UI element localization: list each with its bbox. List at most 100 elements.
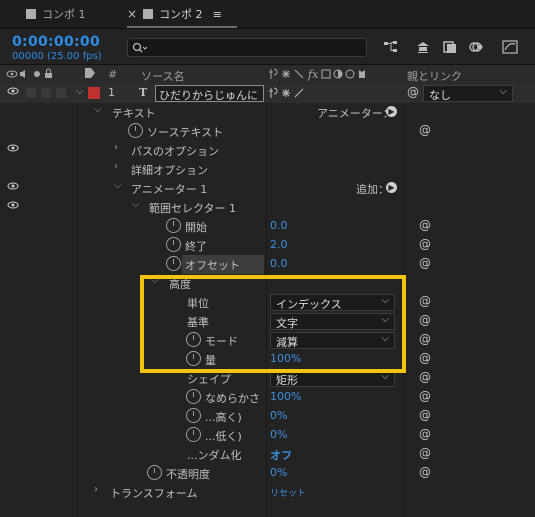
expression-spiral-icon[interactable]: @ bbox=[419, 332, 431, 346]
smoothness-label: なめらかさ bbox=[205, 392, 260, 405]
opacity-value[interactable]: 0% bbox=[270, 466, 287, 479]
expression-spiral-icon[interactable]: @ bbox=[419, 351, 431, 365]
stopwatch-icon[interactable] bbox=[128, 123, 143, 138]
solo-switch[interactable] bbox=[41, 88, 51, 98]
play-menu-icon[interactable]: ▶ bbox=[386, 182, 397, 193]
search-input[interactable] bbox=[127, 38, 367, 57]
property-row-smoothness[interactable]: なめらかさ 100% @ bbox=[0, 388, 535, 407]
expression-spiral-icon[interactable]: @ bbox=[419, 370, 431, 384]
layer-label-color[interactable] bbox=[88, 87, 100, 99]
motion-blur-button[interactable] bbox=[466, 38, 486, 56]
stopwatch-icon[interactable] bbox=[186, 427, 201, 442]
stopwatch-icon[interactable] bbox=[186, 408, 201, 423]
current-time-display[interactable]: 0:00:00:00 bbox=[12, 34, 100, 50]
expression-spiral-icon[interactable]: @ bbox=[419, 218, 431, 232]
stopwatch-icon[interactable] bbox=[166, 218, 181, 233]
stopwatch-icon[interactable] bbox=[147, 465, 162, 480]
property-row-shape[interactable]: シェイプ 矩形 ⌵ @ bbox=[0, 369, 535, 388]
property-row-based-on[interactable]: 基準 文字 ⌵ @ bbox=[0, 312, 535, 331]
offset-value[interactable]: 0.0 bbox=[270, 257, 288, 270]
parent-value: なし bbox=[429, 89, 451, 102]
chevron-down-icon[interactable]: ⌵ bbox=[132, 199, 140, 210]
chevron-down-icon[interactable]: ⌵ bbox=[76, 86, 84, 97]
based-on-select[interactable]: 文字 ⌵ bbox=[270, 313, 395, 330]
chevron-right-icon[interactable]: › bbox=[114, 142, 118, 153]
panel-menu-icon[interactable]: ≡ bbox=[213, 8, 222, 21]
stopwatch-icon[interactable] bbox=[186, 351, 201, 366]
tab-comp-2[interactable]: × コンポ 2 ≡ bbox=[127, 0, 222, 28]
property-row-opacity[interactable]: 不透明度 0% @ bbox=[0, 464, 535, 483]
add-menu[interactable]: 追加： bbox=[356, 181, 389, 197]
layer-switches[interactable] bbox=[268, 86, 308, 103]
chevron-down-icon[interactable]: ⌵ bbox=[114, 180, 122, 191]
property-row-start[interactable]: 開始 0.0 @ bbox=[0, 217, 535, 236]
animator-menu[interactable]: アニメーター： bbox=[317, 105, 394, 121]
property-row-animator-1[interactable]: ⌵ アニメーター 1 追加： ▶ bbox=[0, 179, 535, 198]
lock-switch[interactable] bbox=[56, 88, 66, 98]
property-row-path-options[interactable]: › パスのオプション bbox=[0, 141, 535, 160]
parent-select[interactable]: なし ⌵ bbox=[423, 85, 513, 102]
expression-spiral-icon[interactable]: @ bbox=[419, 465, 431, 479]
tab-comp-1[interactable]: コンポ 1 bbox=[26, 0, 86, 28]
chevron-right-icon[interactable]: › bbox=[114, 161, 118, 172]
stopwatch-icon[interactable] bbox=[186, 332, 201, 347]
property-row-text[interactable]: ⌵ テキスト アニメーター： ▶ bbox=[0, 103, 535, 122]
audio-switch[interactable] bbox=[26, 88, 36, 98]
shy-layers-button[interactable] bbox=[413, 38, 433, 56]
shape-label: シェイプ bbox=[187, 373, 231, 386]
reset-link[interactable]: リセット bbox=[270, 486, 306, 499]
stopwatch-icon[interactable] bbox=[166, 256, 181, 271]
expression-spiral-icon[interactable]: @ bbox=[419, 408, 431, 422]
property-row-more-options[interactable]: › 詳細オプション bbox=[0, 160, 535, 179]
property-row-amount[interactable]: 量 100% @ bbox=[0, 350, 535, 369]
visibility-eye-icon[interactable] bbox=[7, 181, 19, 194]
expression-spiral-icon[interactable]: @ bbox=[419, 427, 431, 441]
property-row-advanced[interactable]: ⌵ 高度 bbox=[0, 274, 535, 293]
chevron-down-icon[interactable]: ⌵ bbox=[94, 104, 102, 115]
property-row-randomize[interactable]: ...ンダム化 オフ @ bbox=[0, 445, 535, 464]
chevron-right-icon[interactable]: › bbox=[94, 484, 98, 495]
graph-editor-button[interactable] bbox=[500, 38, 520, 56]
property-row-source-text[interactable]: ソーステキスト @ bbox=[0, 122, 535, 141]
expression-spiral-icon[interactable]: @ bbox=[419, 237, 431, 251]
property-row-range-selector[interactable]: ⌵ 範囲セレクター 1 bbox=[0, 198, 535, 217]
close-icon[interactable]: × bbox=[127, 7, 137, 21]
randomize-value[interactable]: オフ bbox=[270, 447, 292, 463]
property-row-ease-low[interactable]: ...低く) 0% @ bbox=[0, 426, 535, 445]
amount-value[interactable]: 100% bbox=[270, 352, 301, 365]
expression-spiral-icon[interactable]: @ bbox=[419, 313, 431, 327]
expression-spiral-icon[interactable]: @ bbox=[419, 123, 431, 137]
start-value[interactable]: 0.0 bbox=[270, 219, 288, 232]
layer-name-field[interactable]: ひだりからじゅんに bbox=[155, 85, 264, 102]
property-row-offset[interactable]: オフセット 0.0 @ bbox=[0, 255, 535, 274]
property-row-ease-high[interactable]: ...高く) 0% @ bbox=[0, 407, 535, 426]
expression-spiral-icon[interactable]: @ bbox=[419, 256, 431, 270]
frame-blending-button[interactable] bbox=[440, 38, 460, 56]
property-row-mode[interactable]: モード 減算 ⌵ @ bbox=[0, 331, 535, 350]
visibility-eye-icon[interactable] bbox=[7, 200, 19, 213]
ease-low-value[interactable]: 0% bbox=[270, 428, 287, 441]
chevron-down-icon[interactable]: ⌵ bbox=[151, 275, 159, 286]
play-menu-icon[interactable]: ▶ bbox=[386, 106, 397, 117]
expression-spiral-icon[interactable]: @ bbox=[419, 389, 431, 403]
smoothness-value[interactable]: 100% bbox=[270, 390, 301, 403]
layer-row[interactable]: ⌵ 1 T ひだりからじゅんに @ なし ⌵ bbox=[0, 84, 535, 103]
property-row-transform[interactable]: › トランスフォーム リセット bbox=[0, 483, 535, 502]
property-row-units[interactable]: 単位 インデックス ⌵ @ bbox=[0, 293, 535, 312]
property-row-end[interactable]: 終了 2.0 @ bbox=[0, 236, 535, 255]
mode-select[interactable]: 減算 ⌵ bbox=[270, 332, 395, 349]
shape-select[interactable]: 矩形 ⌵ bbox=[270, 370, 395, 387]
stopwatch-icon[interactable] bbox=[166, 237, 181, 252]
stopwatch-icon[interactable] bbox=[186, 389, 201, 404]
composition-flowchart-button[interactable] bbox=[381, 38, 401, 56]
end-value[interactable]: 2.0 bbox=[270, 238, 288, 251]
expression-spiral-icon[interactable]: @ bbox=[419, 446, 431, 460]
expression-spiral-icon[interactable]: @ bbox=[419, 294, 431, 308]
source-name-header[interactable]: ソース名 bbox=[141, 68, 184, 84]
label-color-icon[interactable] bbox=[84, 67, 96, 82]
ease-high-value[interactable]: 0% bbox=[270, 409, 287, 422]
visibility-eye-icon[interactable] bbox=[7, 143, 19, 156]
units-select[interactable]: インデックス ⌵ bbox=[270, 294, 395, 311]
visibility-eye-icon[interactable] bbox=[7, 86, 19, 99]
pick-whip-icon[interactable]: @ bbox=[407, 85, 419, 99]
